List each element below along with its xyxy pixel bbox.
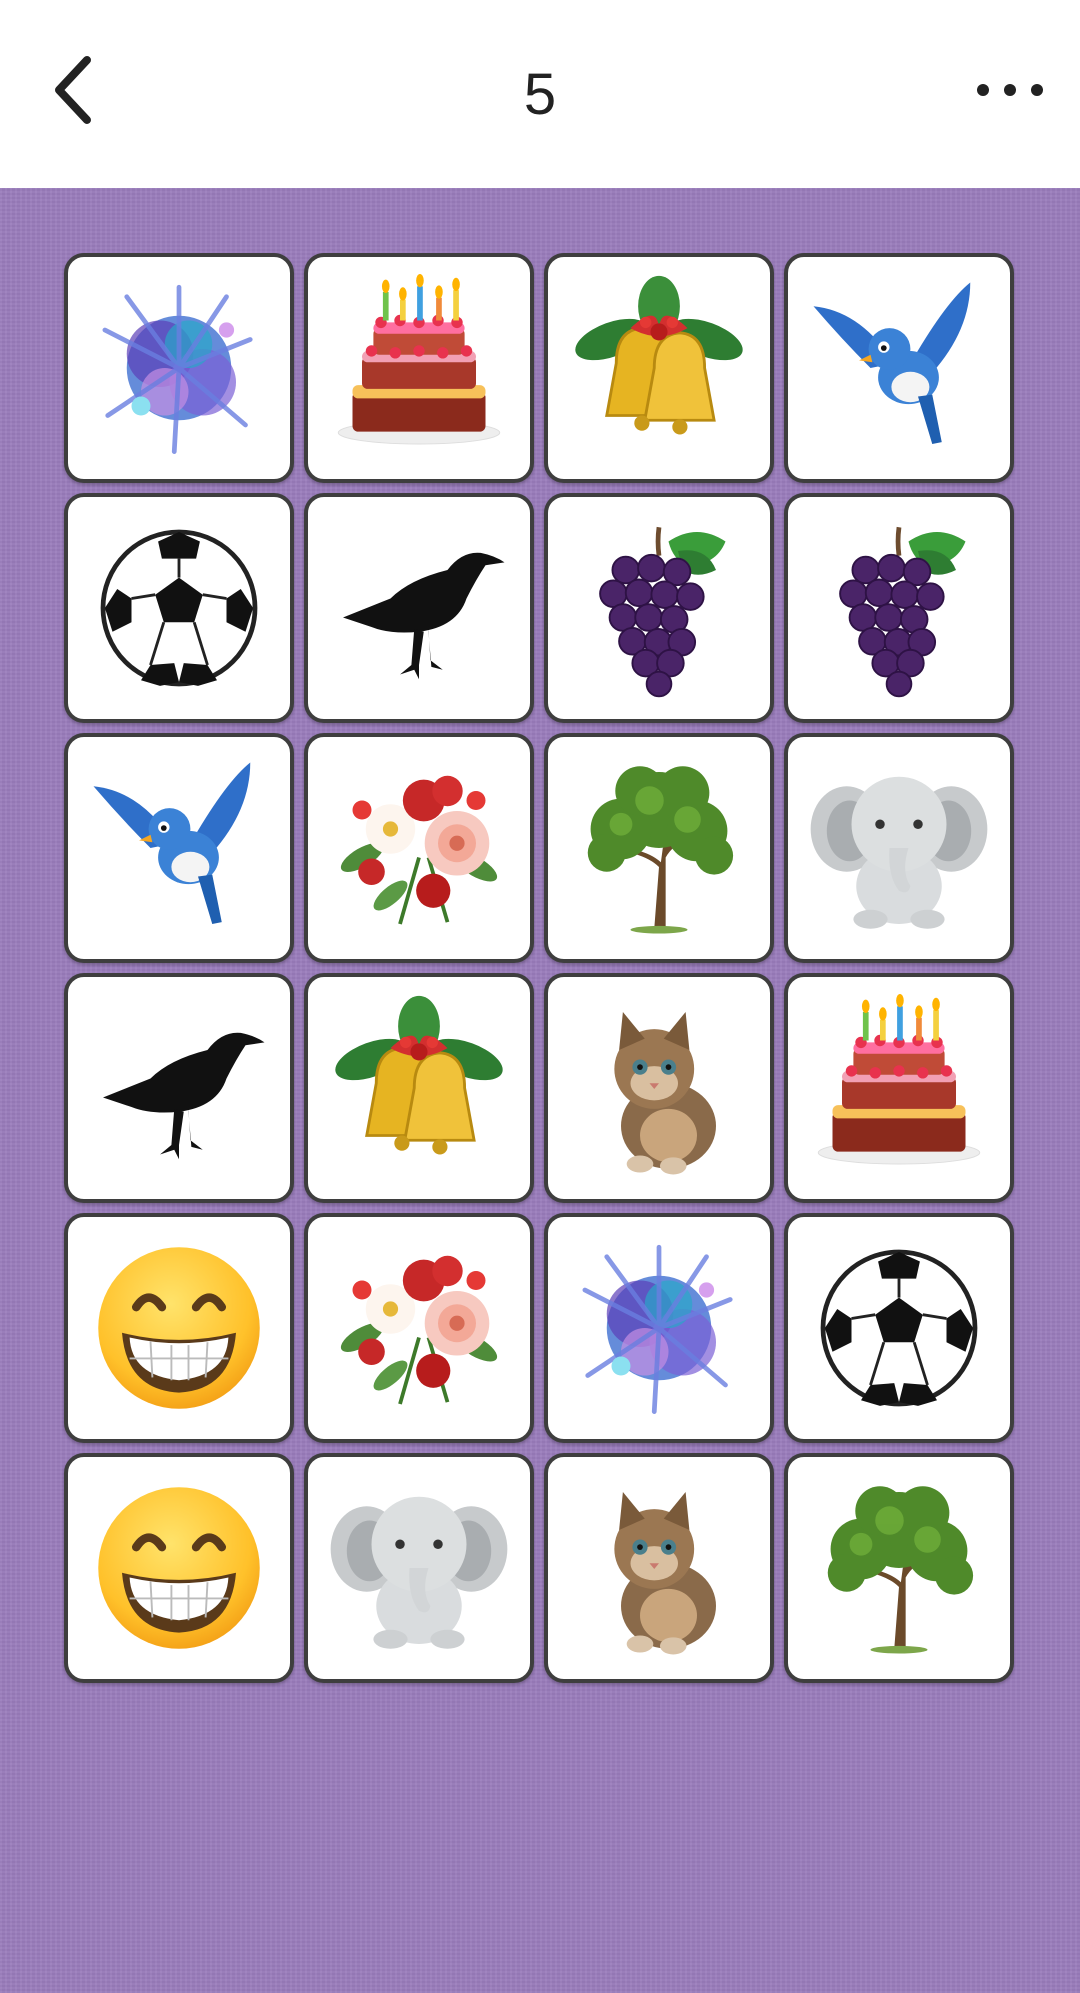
more-horizontal-icon — [977, 84, 1043, 96]
memory-card[interactable] — [64, 1453, 294, 1683]
memory-card[interactable] — [784, 493, 1014, 723]
top-app-bar: 5 — [0, 0, 1080, 188]
chevron-left-icon — [55, 56, 91, 124]
soccer-ball-icon — [100, 529, 258, 687]
grinning-face-icon — [98, 1247, 260, 1409]
memory-card[interactable] — [544, 253, 774, 483]
grinning-face-icon — [98, 1487, 260, 1649]
kitten-icon — [614, 1492, 716, 1655]
christmas-bells-icon — [335, 995, 503, 1155]
paint-splash-icon — [582, 1244, 733, 1414]
memory-card[interactable] — [64, 973, 294, 1203]
birthday-cake-icon — [337, 273, 501, 445]
memory-card[interactable] — [544, 1453, 774, 1683]
memory-card[interactable] — [304, 253, 534, 483]
memory-card[interactable] — [304, 1453, 534, 1683]
memory-card[interactable] — [304, 733, 534, 963]
memory-card[interactable] — [784, 1213, 1014, 1443]
memory-card[interactable] — [784, 973, 1014, 1203]
memory-card[interactable] — [304, 493, 534, 723]
card-grid — [64, 253, 1014, 1683]
memory-card[interactable] — [64, 493, 294, 723]
bluebird-icon — [813, 282, 971, 444]
memory-card[interactable] — [304, 1213, 534, 1443]
memory-card[interactable] — [784, 733, 1014, 963]
tree-icon — [587, 766, 734, 934]
memory-card[interactable] — [544, 493, 774, 723]
elephant-icon — [330, 1496, 508, 1649]
birthday-cake-icon — [817, 993, 981, 1165]
memory-card[interactable] — [544, 733, 774, 963]
flower-bouquet-icon — [340, 1255, 498, 1405]
memory-card[interactable] — [64, 1213, 294, 1443]
soccer-ball-icon — [820, 1249, 978, 1407]
memory-card[interactable] — [304, 973, 534, 1203]
level-title: 5 — [523, 62, 557, 127]
memory-card[interactable] — [784, 253, 1014, 483]
more-options-button[interactable] — [960, 40, 1060, 140]
elephant-icon — [810, 776, 988, 929]
flower-bouquet-icon — [340, 775, 498, 925]
bluebird-icon — [93, 762, 251, 924]
crow-icon — [343, 552, 505, 680]
memory-card[interactable] — [64, 733, 294, 963]
crow-icon — [103, 1032, 265, 1160]
memory-card[interactable] — [544, 973, 774, 1203]
grapes-icon — [839, 526, 966, 698]
kitten-icon — [614, 1012, 716, 1175]
tree-icon — [827, 1486, 974, 1654]
memory-card[interactable] — [64, 253, 294, 483]
grapes-icon — [599, 526, 726, 698]
memory-card[interactable] — [544, 1213, 774, 1443]
back-button[interactable] — [28, 40, 118, 140]
memory-card[interactable] — [784, 1453, 1014, 1683]
paint-splash-icon — [102, 284, 253, 454]
christmas-bells-icon — [575, 275, 743, 435]
